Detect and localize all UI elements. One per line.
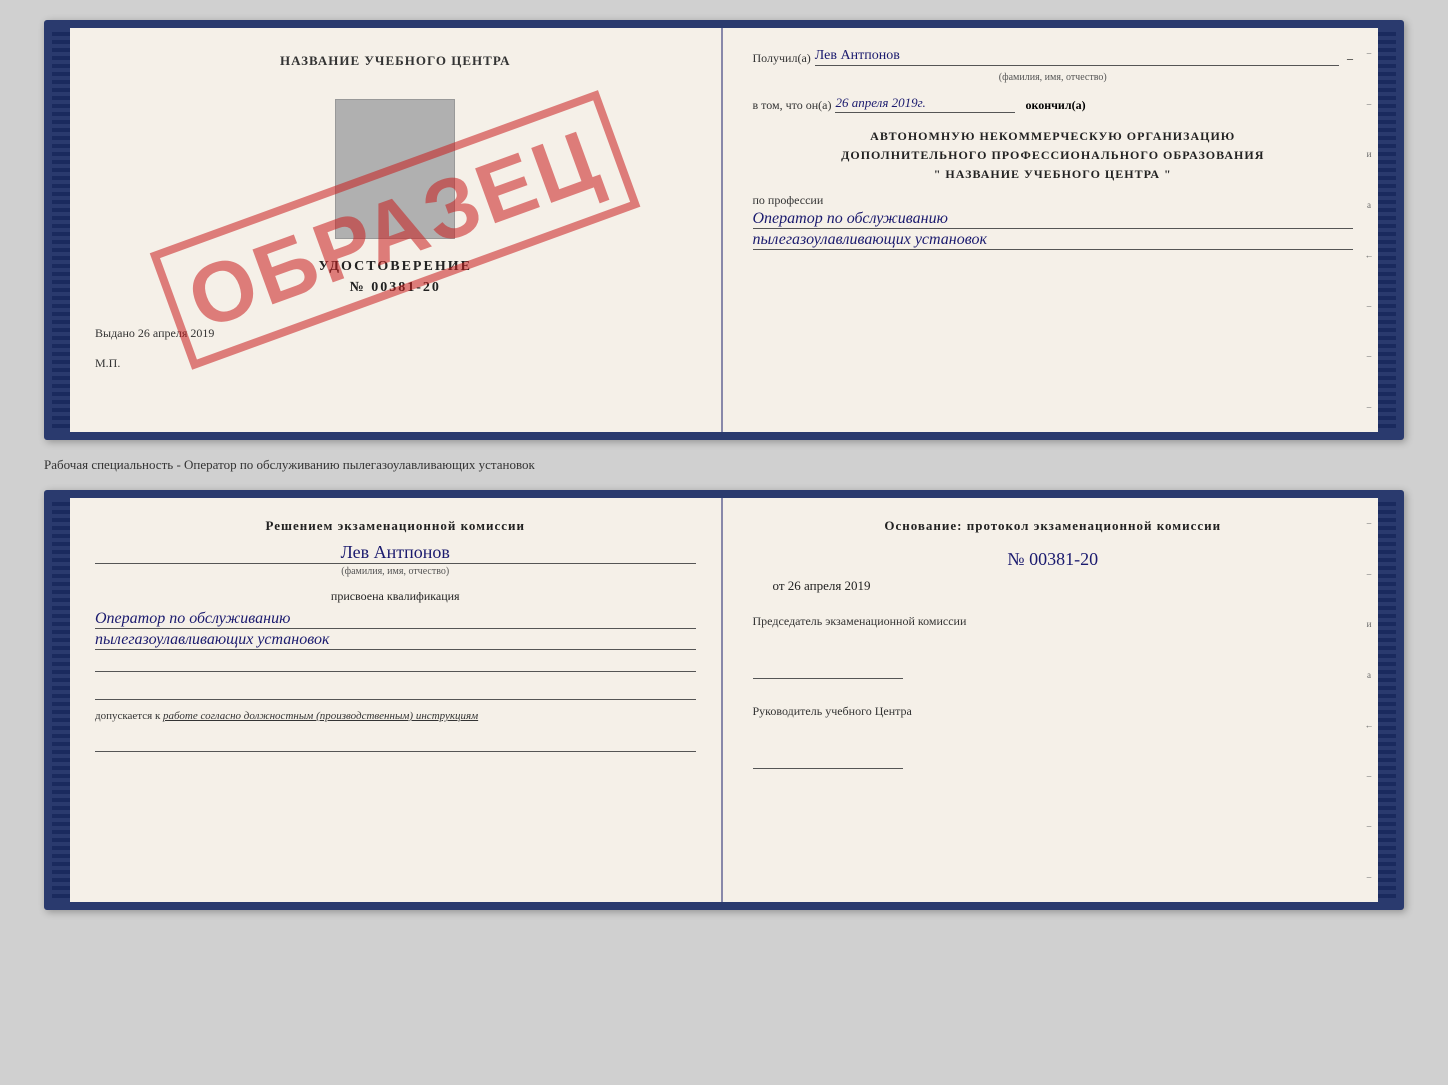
blank-line-2 — [95, 680, 696, 700]
person-sublabel: (фамилия, имя, отчество) — [95, 566, 696, 577]
bottom-left-page: Решением экзаменационной комиссии Лев Ан… — [70, 498, 723, 902]
received-line: Получил(а) Лев Антпонов – — [753, 48, 1354, 66]
basis-label: Основание: протокол экзаменационной коми… — [753, 518, 1354, 534]
protocol-date-value: 26 апреля 2019 — [788, 578, 871, 593]
chairman-label: Председатель экзаменационной комиссии — [753, 614, 1354, 629]
cert-title: НАЗВАНИЕ УЧЕБНОГО ЦЕНТРА — [95, 53, 696, 69]
in-that-label: в том, что он(а) — [753, 98, 832, 113]
blank-line-1 — [95, 652, 696, 672]
profession-label: по профессии — [753, 193, 1354, 208]
director-signature-line — [753, 749, 903, 769]
received-name: Лев Антпонов — [815, 48, 1339, 66]
decision-header: Решением экзаменационной комиссии — [95, 518, 696, 534]
issued-date: 26 апреля 2019 — [138, 326, 214, 340]
top-certificate-book: НАЗВАНИЕ УЧЕБНОГО ЦЕНТРА УДОСТОВЕРЕНИЕ №… — [44, 20, 1404, 440]
bottom-right-page: Основание: протокол экзаменационной коми… — [723, 498, 1379, 902]
date-line: в том, что он(а) 26 апреля 2019г. окончи… — [753, 95, 1354, 113]
spine-left — [52, 28, 70, 432]
cert-doc-type: УДОСТОВЕРЕНИЕ — [95, 259, 696, 275]
blank-line-3 — [95, 732, 696, 752]
chairman-signature-line — [753, 659, 903, 679]
document-wrapper: НАЗВАНИЕ УЧЕБНОГО ЦЕНТРА УДОСТОВЕРЕНИЕ №… — [44, 20, 1404, 910]
org-line2: ДОПОЛНИТЕЛЬНОГО ПРОФЕССИОНАЛЬНОГО ОБРАЗО… — [753, 146, 1354, 165]
received-label: Получил(а) — [753, 51, 811, 66]
assigned-label: присвоена квалификация — [95, 589, 696, 604]
profession-line2: пылегазоулавливающих установок — [753, 231, 1354, 250]
chairman-block: Председатель экзаменационной комиссии — [753, 614, 1354, 679]
protocol-number: № 00381-20 — [753, 549, 1354, 570]
director-label: Руководитель учебного Центра — [753, 704, 1354, 719]
right-edge-marks: – – и а ← – – – — [1360, 28, 1378, 432]
spine-right-top — [1378, 28, 1396, 432]
dash-mark: – — [1347, 51, 1353, 66]
issued-label: Выдано — [95, 326, 135, 340]
admission-italic: работе согласно должностным (производств… — [163, 710, 478, 722]
org-line1: АВТОНОМНУЮ НЕКОММЕРЧЕСКУЮ ОРГАНИЗАЦИЮ — [753, 127, 1354, 146]
admission-prefix: допускается к — [95, 710, 163, 722]
protocol-date-prefix: от — [773, 578, 785, 593]
qualification-line1: Оператор по обслуживанию — [95, 610, 696, 629]
separator-text: Рабочая специальность - Оператор по обсл… — [44, 452, 1404, 478]
profession-line1: Оператор по обслуживанию — [753, 210, 1354, 229]
cert-right-page: Получил(а) Лев Антпонов – (фамилия, имя,… — [723, 28, 1379, 432]
org-block: АВТОНОМНУЮ НЕКОММЕРЧЕСКУЮ ОРГАНИЗАЦИЮ ДО… — [753, 127, 1354, 185]
cert-mp: М.П. — [95, 356, 696, 371]
spine-right-bottom — [1378, 498, 1396, 902]
protocol-date: от 26 апреля 2019 — [753, 578, 1354, 594]
cert-left-page: НАЗВАНИЕ УЧЕБНОГО ЦЕНТРА УДОСТОВЕРЕНИЕ №… — [70, 28, 723, 432]
org-name: " НАЗВАНИЕ УЧЕБНОГО ЦЕНТРА " — [753, 165, 1354, 184]
cert-doc-number: № 00381-20 — [95, 280, 696, 296]
cert-issued-line: Выдано 26 апреля 2019 — [95, 326, 696, 341]
fio-sublabel-top: (фамилия, имя, отчество) — [753, 72, 1354, 83]
date-value: 26 апреля 2019г. — [835, 95, 1015, 113]
right-edge-marks-bottom: – – и а ← – – – — [1360, 498, 1378, 902]
bottom-certificate-book: Решением экзаменационной комиссии Лев Ан… — [44, 490, 1404, 910]
cert-photo-area — [335, 99, 455, 239]
admission-text: допускается к работе согласно должностны… — [95, 710, 696, 722]
qualification-line2: пылегазоулавливающих установок — [95, 631, 696, 650]
finished-label: окончил(а) — [1025, 98, 1085, 113]
person-name: Лев Антпонов — [95, 542, 696, 564]
spine-left-bottom — [52, 498, 70, 902]
